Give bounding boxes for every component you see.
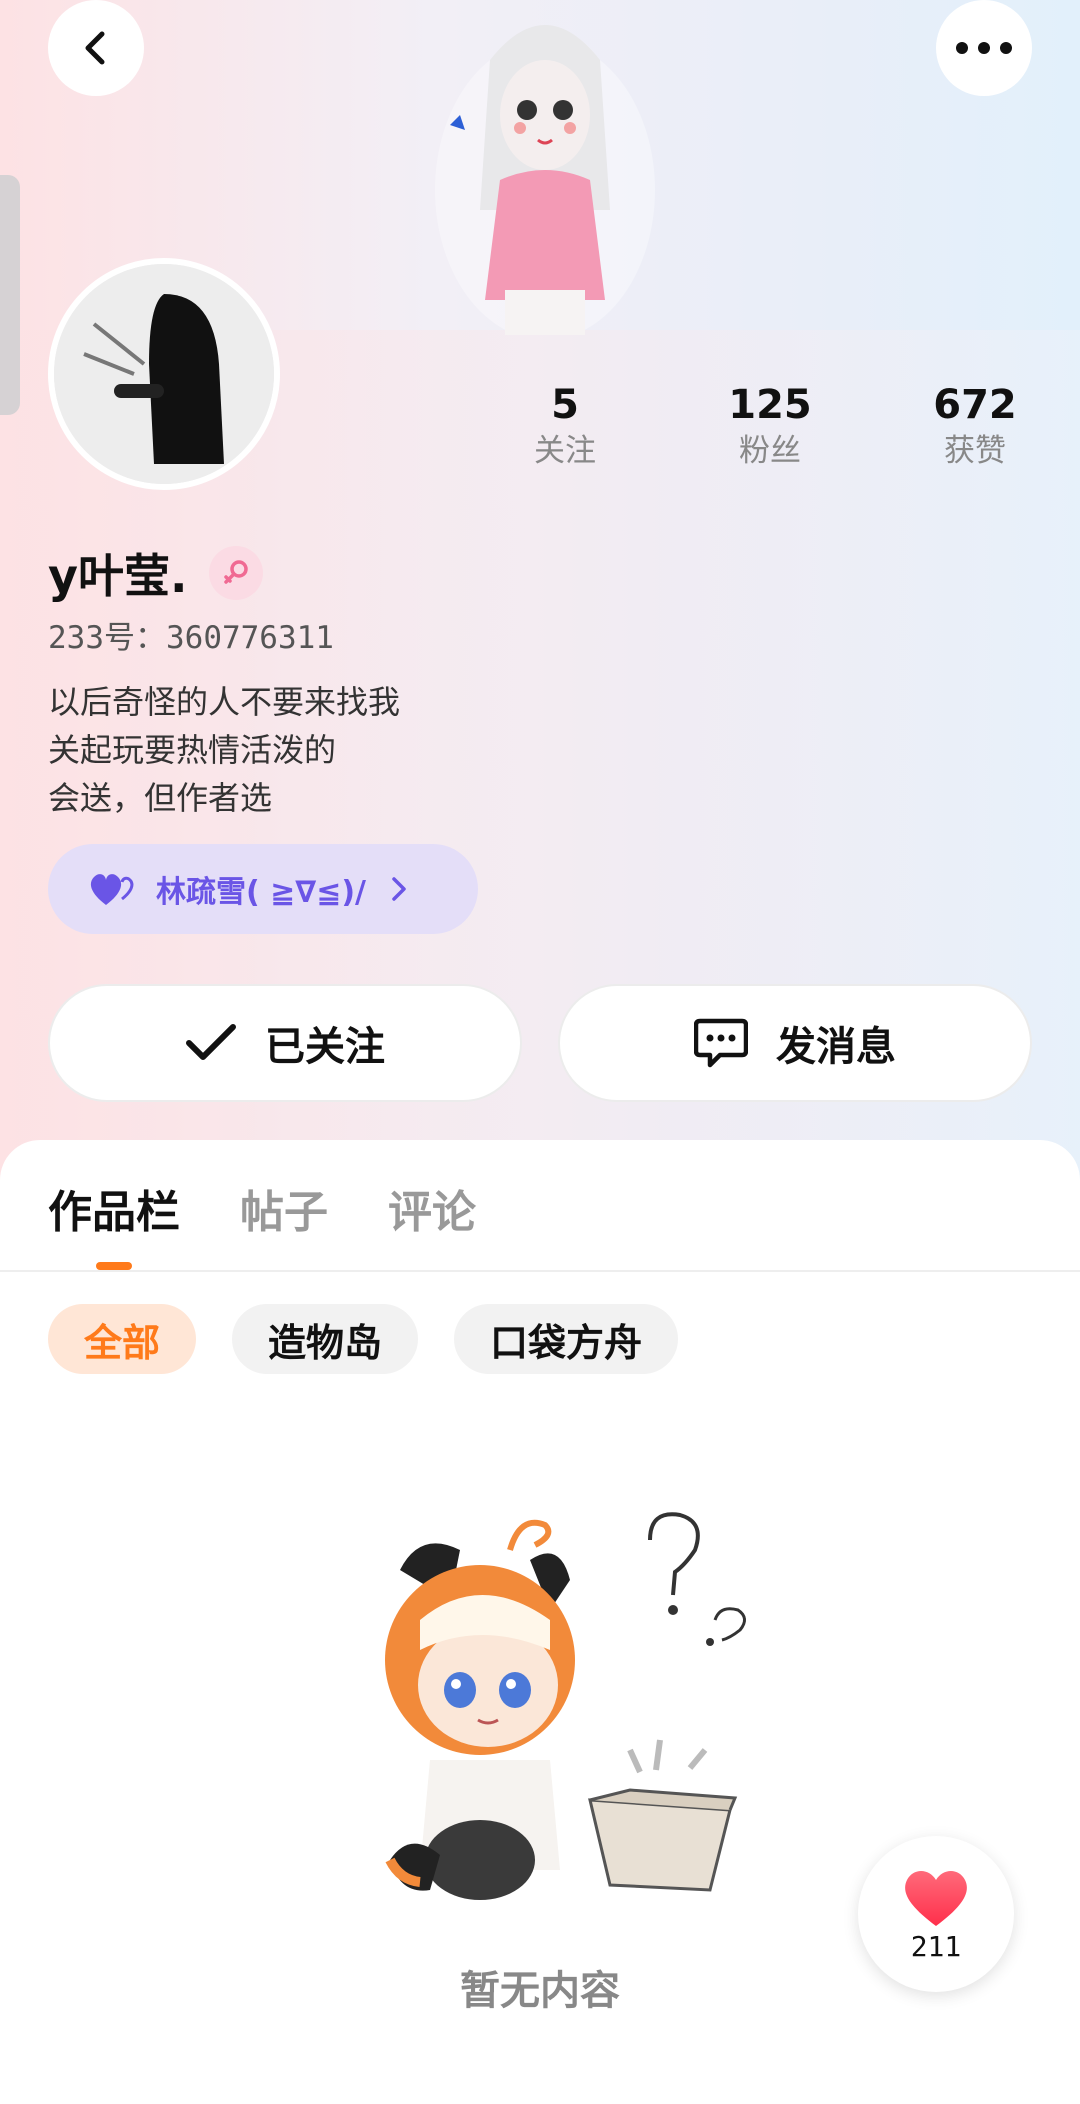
banner-character-image (435, 25, 655, 335)
heart-icon (905, 1870, 967, 1926)
like-button[interactable]: 211 (858, 1836, 1014, 1992)
following-button[interactable]: 已关注 (48, 984, 522, 1102)
relationship-tag[interactable]: 林疏雪( ≧∇≦)/ (48, 844, 478, 934)
stat-label: 粉丝 (739, 433, 801, 469)
active-tab-indicator (96, 1262, 132, 1270)
back-button[interactable] (48, 0, 144, 96)
like-count: 211 (910, 1929, 962, 1963)
message-button[interactable]: 发消息 (558, 984, 1032, 1102)
bio-line: 会送，但作者选 (48, 779, 273, 817)
following-button-label: 已关注 (265, 1024, 385, 1070)
profile-stats: 5 关注 125 粉丝 672 获赞 (490, 380, 1050, 472)
stat-value: 672 (933, 382, 1017, 428)
relationship-tag-label: 林疏雪( ≧∇≦)/ (156, 875, 366, 910)
edge-handle[interactable] (0, 175, 20, 415)
chevron-right-icon (392, 877, 406, 901)
bio: 以后奇怪的人不要来找我 关起玩要热情活泼的 会送，但作者选 (48, 678, 400, 822)
chevron-left-icon (85, 31, 105, 65)
avatar[interactable] (48, 258, 280, 490)
check-icon (186, 1024, 236, 1060)
stat-label: 获赞 (944, 433, 1006, 469)
stat-value: 5 (551, 382, 579, 428)
tab-works[interactable]: 作品栏 (48, 1176, 180, 1240)
empty-state-illustration (385, 1512, 746, 1900)
stat-likes[interactable]: 672 获赞 (900, 380, 1050, 472)
user-id: 233号：360776311 (48, 620, 334, 656)
female-icon (209, 546, 264, 600)
filter-pocket-ark[interactable]: 口袋方舟 (454, 1304, 679, 1374)
stat-value: 125 (728, 382, 812, 428)
stat-label: 关注 (534, 433, 596, 469)
more-horizontal-icon (956, 42, 1012, 54)
hearts-icon (90, 874, 134, 905)
filter-creation-island[interactable]: 造物岛 (232, 1304, 419, 1374)
more-button[interactable] (936, 0, 1032, 96)
tab-comments[interactable]: 评论 (388, 1176, 476, 1240)
avatar-image (54, 264, 274, 484)
divider (0, 1270, 1080, 1272)
profile-name: y叶莹. (48, 549, 188, 603)
content-tabs: 作品栏 帖子 评论 (48, 1176, 536, 1240)
bio-line: 以后奇怪的人不要来找我 (48, 683, 401, 721)
category-filters: 全部 造物岛 口袋方舟 (48, 1304, 714, 1374)
filter-all[interactable]: 全部 (48, 1304, 197, 1374)
bio-line: 关起玩要热情活泼的 (48, 731, 337, 769)
stat-following[interactable]: 5 关注 (490, 380, 640, 472)
name-row: y叶莹. (48, 540, 264, 606)
chat-bubble-icon (694, 1018, 748, 1068)
message-button-label: 发消息 (776, 1024, 896, 1070)
stat-followers[interactable]: 125 粉丝 (695, 380, 845, 472)
tab-posts[interactable]: 帖子 (240, 1176, 328, 1240)
